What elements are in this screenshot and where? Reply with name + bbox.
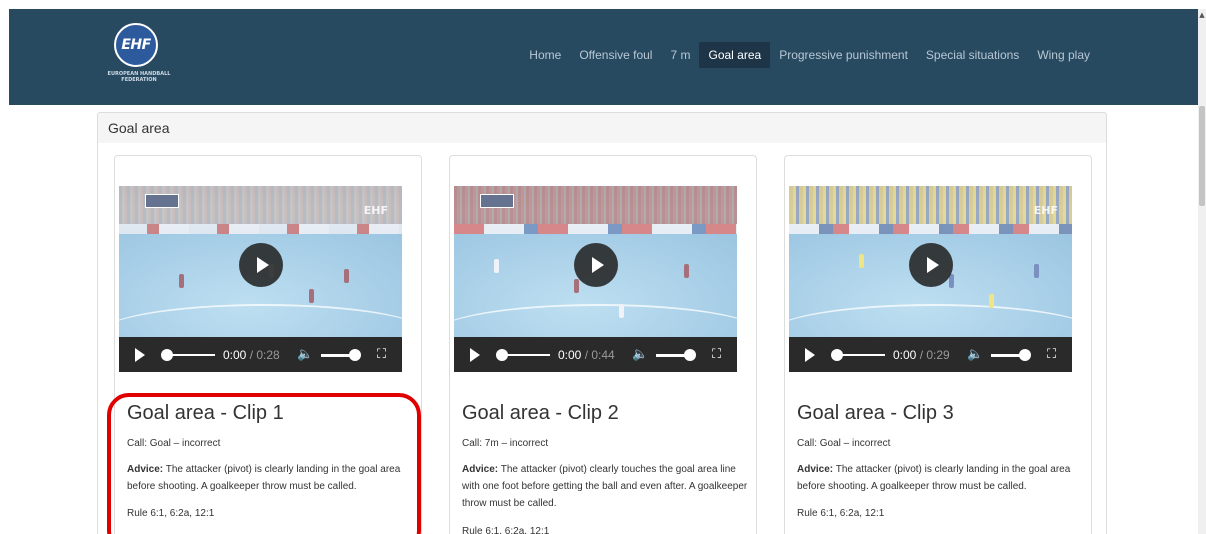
volume-icon[interactable]: 🔈 bbox=[967, 347, 983, 362]
advice-text: The attacker (pivot) is clearly landing … bbox=[127, 464, 401, 492]
clip-rule: Rule 6:1, 6:2a, 12:1 bbox=[797, 508, 885, 519]
clip-title: Goal area - Clip 3 bbox=[797, 402, 954, 424]
clip-call: Call: 7m – incorrect bbox=[462, 438, 549, 449]
video-player-3[interactable]: EHF 0:00 / 0:29 🔈 ⛶ bbox=[789, 186, 1072, 372]
advice-label: Advice: bbox=[127, 464, 164, 475]
video-controls-1: 0:00 / 0:28 🔈 ⛶ bbox=[119, 337, 402, 372]
seek-bar[interactable] bbox=[167, 354, 215, 356]
clip-call: Call: Goal – incorrect bbox=[797, 438, 891, 449]
current-time: 0:00 bbox=[893, 348, 917, 362]
video-time: 0:00 / 0:44 bbox=[558, 348, 615, 362]
scroll-up-icon[interactable]: ▲ bbox=[1198, 9, 1206, 21]
nav-item-progressive-punishment[interactable]: Progressive punishment bbox=[770, 42, 917, 68]
advice-label: Advice: bbox=[797, 464, 834, 475]
clip-rule: Rule 6:1, 6:2a, 12:1 bbox=[127, 508, 215, 519]
clip-advice: Advice: The attacker (pivot) is clearly … bbox=[797, 461, 1087, 495]
seek-handle[interactable] bbox=[496, 349, 508, 361]
current-time: 0:00 bbox=[223, 348, 247, 362]
big-play-icon[interactable] bbox=[574, 243, 618, 287]
clip-title: Goal area - Clip 2 bbox=[462, 402, 619, 424]
clip-advice: Advice: The attacker (pivot) clearly tou… bbox=[462, 461, 752, 512]
volume-handle[interactable] bbox=[684, 349, 696, 361]
seek-handle[interactable] bbox=[161, 349, 173, 361]
video-controls-3: 0:00 / 0:29 🔈 ⛶ bbox=[789, 337, 1072, 372]
duration: / 0:29 bbox=[919, 348, 950, 362]
nav-item-offensive-foul[interactable]: Offensive foul bbox=[570, 42, 661, 68]
panel-heading: Goal area bbox=[97, 112, 1107, 144]
video-time: 0:00 / 0:28 bbox=[223, 348, 280, 362]
video-frame-3[interactable]: EHF bbox=[789, 186, 1072, 337]
play-icon[interactable] bbox=[135, 348, 145, 362]
video-time: 0:00 / 0:29 bbox=[893, 348, 950, 362]
nav-item-7m[interactable]: 7 m bbox=[661, 42, 699, 68]
seek-handle[interactable] bbox=[831, 349, 843, 361]
ehf-logo-badge: EHF bbox=[114, 23, 158, 67]
volume-icon[interactable]: 🔈 bbox=[632, 347, 648, 362]
clip-call: Call: Goal – incorrect bbox=[127, 438, 221, 449]
video-frame-1[interactable]: EHF bbox=[119, 186, 402, 337]
current-time: 0:00 bbox=[558, 348, 582, 362]
volume-handle[interactable] bbox=[349, 349, 361, 361]
clip-card-1: EHF 0:00 / 0:28 🔈 ⛶ Goal area - Clip 1 C… bbox=[114, 155, 422, 534]
duration: / 0:28 bbox=[249, 348, 280, 362]
fullscreen-icon[interactable]: ⛶ bbox=[377, 347, 386, 362]
duration: / 0:44 bbox=[584, 348, 615, 362]
video-player-1[interactable]: EHF 0:00 / 0:28 🔈 ⛶ bbox=[119, 186, 402, 372]
nav-item-special-situations[interactable]: Special situations bbox=[917, 42, 1028, 68]
play-icon[interactable] bbox=[805, 348, 815, 362]
scrollbar-thumb[interactable] bbox=[1199, 106, 1205, 206]
top-navbar: EHF EUROPEAN HANDBALL FEDERATION Home Of… bbox=[9, 9, 1198, 105]
nav-item-wing-play[interactable]: Wing play bbox=[1028, 42, 1099, 68]
clip-title: Goal area - Clip 1 bbox=[127, 402, 284, 424]
browser-top-strip bbox=[0, 0, 1206, 9]
video-frame-2[interactable] bbox=[454, 186, 737, 337]
volume-slider[interactable] bbox=[321, 354, 351, 357]
clip-card-2: 0:00 / 0:44 🔈 ⛶ Goal area - Clip 2 Call:… bbox=[449, 155, 757, 534]
advice-text: The attacker (pivot) is clearly landing … bbox=[797, 464, 1071, 492]
seek-bar[interactable] bbox=[837, 354, 885, 356]
nav-item-home[interactable]: Home bbox=[520, 42, 570, 68]
volume-icon[interactable]: 🔈 bbox=[297, 347, 313, 362]
ehf-logo[interactable]: EHF EUROPEAN HANDBALL FEDERATION bbox=[94, 23, 184, 93]
nav-item-goal-area[interactable]: Goal area bbox=[699, 42, 771, 68]
advice-label: Advice: bbox=[462, 464, 499, 475]
video-player-2[interactable]: 0:00 / 0:44 🔈 ⛶ bbox=[454, 186, 737, 372]
fullscreen-icon[interactable]: ⛶ bbox=[712, 347, 721, 362]
volume-slider[interactable] bbox=[991, 354, 1021, 357]
clip-rule: Rule 6:1, 6:2a, 12:1 bbox=[462, 526, 550, 534]
page-scrollbar[interactable] bbox=[1198, 9, 1206, 534]
main-nav: Home Offensive foul 7 m Goal area Progre… bbox=[520, 42, 1099, 68]
advice-text: The attacker (pivot) clearly touches the… bbox=[462, 464, 748, 509]
fullscreen-icon[interactable]: ⛶ bbox=[1047, 347, 1056, 362]
big-play-icon[interactable] bbox=[909, 243, 953, 287]
volume-handle[interactable] bbox=[1019, 349, 1031, 361]
big-play-icon[interactable] bbox=[239, 243, 283, 287]
volume-slider[interactable] bbox=[656, 354, 686, 357]
video-controls-2: 0:00 / 0:44 🔈 ⛶ bbox=[454, 337, 737, 372]
ehf-logo-subtitle: EUROPEAN HANDBALL FEDERATION bbox=[107, 71, 171, 83]
play-icon[interactable] bbox=[470, 348, 480, 362]
seek-bar[interactable] bbox=[502, 354, 550, 356]
clip-card-3: EHF 0:00 / 0:29 🔈 ⛶ Goal area - Clip 3 C… bbox=[784, 155, 1092, 534]
clip-advice: Advice: The attacker (pivot) is clearly … bbox=[127, 461, 417, 495]
